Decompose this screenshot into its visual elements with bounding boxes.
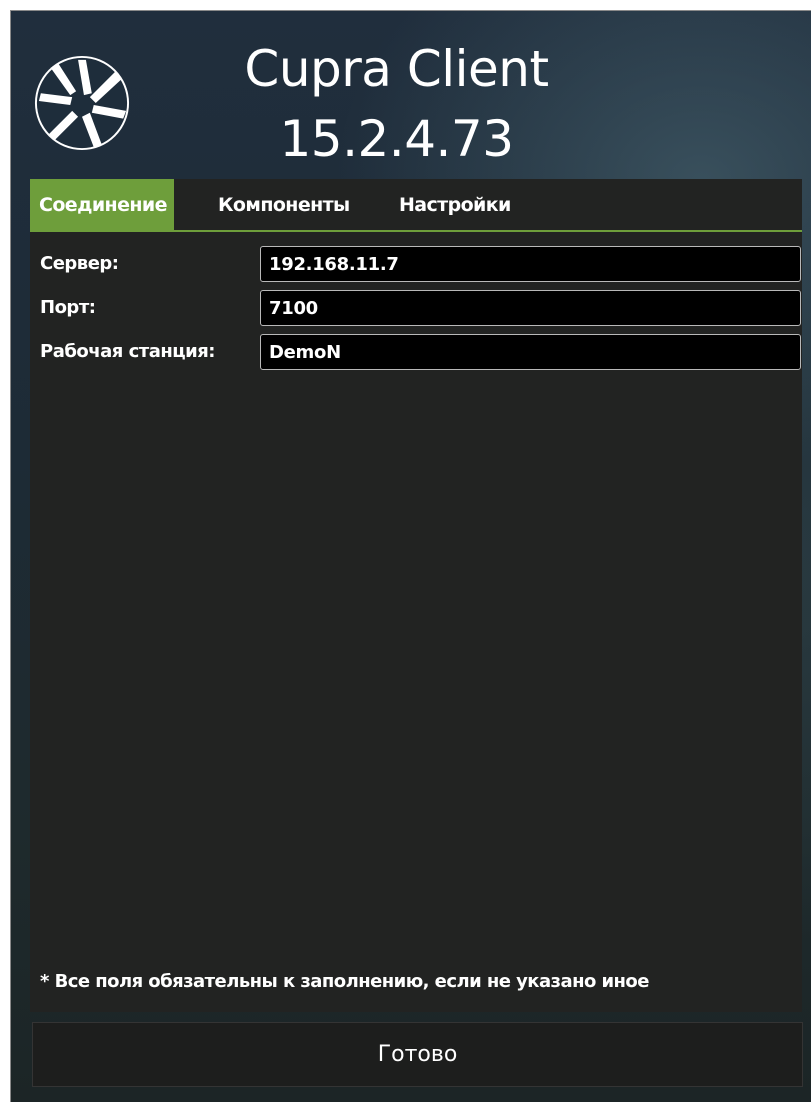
port-input[interactable] <box>260 290 801 326</box>
tab-bar: Соединение Компоненты Настройки <box>30 179 802 232</box>
port-row: Порт: <box>30 289 802 327</box>
workstation-input[interactable] <box>260 334 801 370</box>
done-button[interactable]: Готово <box>32 1022 803 1087</box>
settings-panel: Соединение Компоненты Настройки Сервер: … <box>30 179 802 1012</box>
server-label: Сервер: <box>40 253 119 274</box>
tab-settings[interactable]: Настройки <box>399 179 511 230</box>
tab-components[interactable]: Компоненты <box>218 179 350 230</box>
server-input[interactable] <box>260 246 801 282</box>
port-label: Порт: <box>40 297 96 318</box>
workstation-row: Рабочая станция: <box>30 333 802 371</box>
tab-connection[interactable]: Соединение <box>30 179 174 230</box>
server-row: Сервер: <box>30 245 802 283</box>
app-window: Cupra Client 15.2.4.73 Соединение Компон… <box>10 10 811 1102</box>
required-fields-note: * Все поля обязательны к заполнению, есл… <box>40 971 649 992</box>
app-version: 15.2.4.73 <box>279 110 514 168</box>
app-title: Cupra Client <box>244 40 549 98</box>
workstation-label: Рабочая станция: <box>40 341 216 362</box>
